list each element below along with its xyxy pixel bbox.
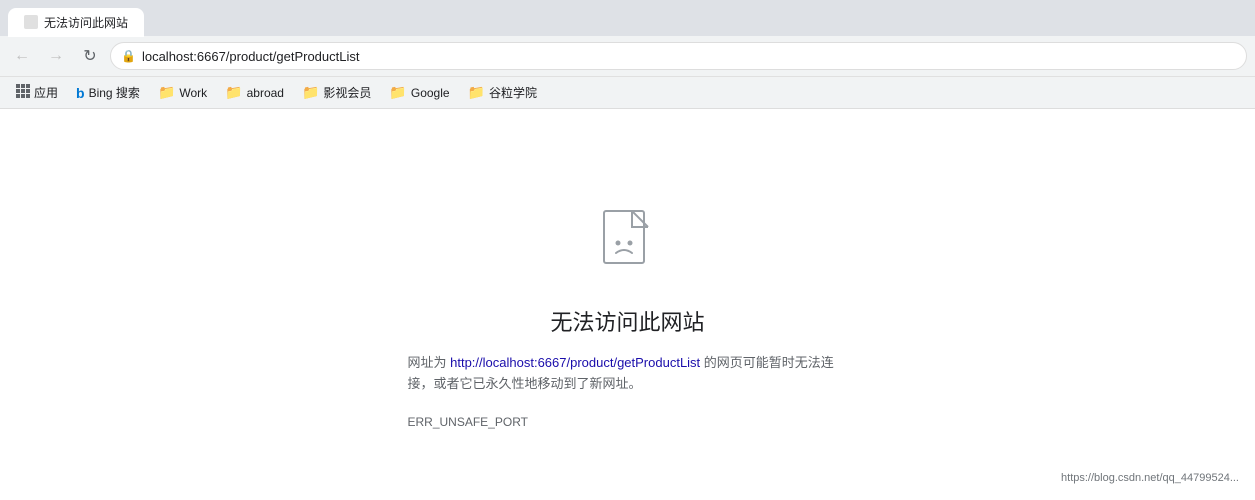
- abroad-folder-icon: 📁: [225, 84, 242, 101]
- forward-button[interactable]: →: [42, 42, 70, 70]
- error-icon: [596, 209, 660, 281]
- error-url: http://localhost:6667/product/getProduct…: [450, 355, 700, 370]
- abroad-label: abroad: [247, 86, 284, 100]
- nav-bar: ← → ↻ 🔒 localhost:6667/product/getProduc…: [0, 36, 1255, 76]
- tab-bar: 无法访问此网站: [0, 0, 1255, 36]
- bing-label: Bing 搜索: [89, 84, 140, 101]
- work-folder-icon: 📁: [158, 84, 175, 101]
- active-tab[interactable]: 无法访问此网站: [8, 8, 144, 37]
- tab-favicon: [24, 15, 38, 29]
- bookmark-movie[interactable]: 📁 影视会员: [294, 82, 379, 103]
- description-prefix: 网址为: [408, 355, 451, 370]
- address-bar[interactable]: 🔒 localhost:6667/product/getProductList: [110, 42, 1247, 70]
- error-code: ERR_UNSAFE_PORT: [408, 415, 528, 429]
- bookmark-guli[interactable]: 📁 谷粒学院: [460, 82, 545, 103]
- reload-button[interactable]: ↻: [76, 42, 104, 70]
- footer-link: https://blog.csdn.net/qq_44799524...: [1061, 472, 1239, 484]
- url-text: localhost:6667/product/getProductList: [142, 49, 360, 64]
- apps-label: 应用: [34, 84, 58, 101]
- bookmark-abroad[interactable]: 📁 abroad: [217, 82, 292, 103]
- movie-folder-icon: 📁: [302, 84, 319, 101]
- guli-folder-icon: 📁: [468, 84, 485, 101]
- google-folder-icon: 📁: [389, 84, 406, 101]
- bookmark-work[interactable]: 📁 Work: [150, 82, 215, 103]
- google-label: Google: [411, 86, 450, 100]
- bookmark-bing[interactable]: b Bing 搜索: [68, 82, 148, 103]
- work-label: Work: [179, 86, 207, 100]
- back-button[interactable]: ←: [8, 42, 36, 70]
- security-icon: 🔒: [121, 49, 136, 63]
- error-description: 网址为 http://localhost:6667/product/getPro…: [408, 353, 848, 395]
- bookmarks-bar: 应用 b Bing 搜索 📁 Work 📁 abroad 📁 影视会员 📁 Go…: [0, 76, 1255, 108]
- tab-title: 无法访问此网站: [44, 14, 128, 31]
- guli-label: 谷粒学院: [489, 84, 537, 101]
- apps-icon: [16, 84, 30, 101]
- browser-chrome: 无法访问此网站 ← → ↻ 🔒 localhost:6667/product/g…: [0, 0, 1255, 109]
- page-content: 无法访问此网站 网址为 http://localhost:6667/produc…: [0, 109, 1255, 489]
- bing-icon: b: [76, 85, 85, 101]
- movie-label: 影视会员: [323, 84, 371, 101]
- bookmark-google[interactable]: 📁 Google: [381, 82, 457, 103]
- bookmark-apps[interactable]: 应用: [8, 82, 66, 103]
- error-title: 无法访问此网站: [550, 305, 704, 337]
